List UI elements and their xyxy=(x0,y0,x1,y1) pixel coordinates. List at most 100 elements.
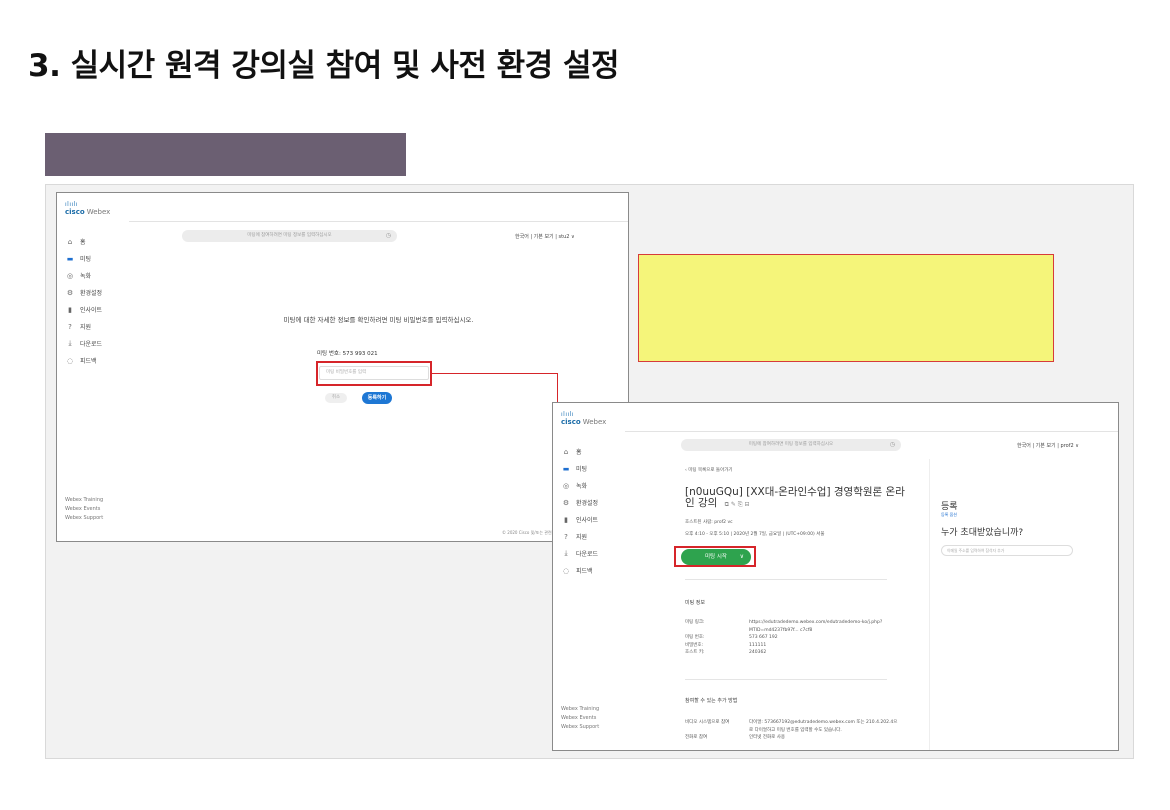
sidebar-item-label: 지원 xyxy=(576,534,588,541)
sidebar-item-meeting[interactable]: ▬ 미팅 xyxy=(65,250,129,267)
sidebar: ⌂ 홈 ▬ 미팅 ◎ 녹화 ⚙ 환경설정 ▮ 인사이트 ? 지원 ⤓ 다운로드 ◌ 피드백 xyxy=(561,443,625,579)
sidebar-item-label: 환경설정 xyxy=(576,500,599,507)
search-input[interactable]: 미팅에 참여하려면 미팅 정보를 입력하십시오 ◷ xyxy=(681,439,901,451)
right-panel-divider xyxy=(929,459,930,750)
insight-icon: ▮ xyxy=(564,515,568,524)
host-text: 호스트된 사람: prof2 vc xyxy=(685,520,733,525)
sidebar-item-label: 미팅 xyxy=(576,466,588,473)
link-webex-support[interactable]: Webex Support xyxy=(561,723,599,732)
link-webex-events[interactable]: Webex Events xyxy=(65,505,103,514)
note-box xyxy=(638,254,1054,362)
sidebar-item-home[interactable]: ⌂ 홈 xyxy=(561,443,625,460)
sidebar-item-feedback[interactable]: ◌ 피드백 xyxy=(65,352,129,369)
support-icon: ? xyxy=(564,532,568,541)
sidebar-item-label: 환경설정 xyxy=(80,290,103,297)
sidebar: ⌂ 홈 ▬ 미팅 ◎ 녹화 ⚙ 환경설정 ▮ 인사이트 ? 지원 ⤓ 다운로드 ◌ 피드백 xyxy=(65,233,129,369)
info-value: 240362 xyxy=(749,650,767,655)
side-links: Webex Training Webex Events Webex Suppor… xyxy=(65,496,103,523)
sidebar-item-label: 미팅 xyxy=(80,256,92,263)
password-highlight-box xyxy=(316,361,432,386)
sidebar-item-support[interactable]: ? 지원 xyxy=(561,528,625,545)
divider xyxy=(685,579,887,580)
sidebar-item-feedback[interactable]: ◌ 피드백 xyxy=(561,562,625,579)
join-key: 비디오 시스템으로 참여 xyxy=(685,720,730,725)
join-methods-heading: 참여할 수 있는 추가 방법 xyxy=(685,698,738,704)
meeting-icon: ▬ xyxy=(562,464,570,473)
meeting-action-icons[interactable]: ⧉ ✎ ⎘ ⊟ xyxy=(725,501,750,508)
link-webex-training[interactable]: Webex Training xyxy=(65,496,103,505)
sidebar-item-meeting[interactable]: ▬ 미팅 xyxy=(561,460,625,477)
register-options-link[interactable]: 등록 옵션 xyxy=(941,512,957,518)
sidebar-item-label: 다운로드 xyxy=(576,551,599,558)
header-divider xyxy=(129,221,628,222)
language-user-bar[interactable]: 한국어 | 기본 보기 | prof2 ∨ xyxy=(1017,442,1079,449)
insight-icon: ▮ xyxy=(68,305,72,314)
language-user-bar[interactable]: 한국어 | 기본 보기 | stu2 ∨ xyxy=(515,233,575,240)
back-to-list-link[interactable]: ‹ 미팅 목록으로 돌아가기 xyxy=(685,467,733,473)
register-heading: 등록 xyxy=(941,502,958,512)
invitees-heading: 누가 초대받았습니까? xyxy=(941,528,1024,538)
sidebar-item-settings[interactable]: ⚙ 환경설정 xyxy=(561,494,625,511)
join-methods-list: 비디오 시스템으로 참여 다이얼: 573667192@edutradedemo.… xyxy=(685,719,899,742)
cisco-webex-logo[interactable]: ılıılı cisco Webex xyxy=(561,411,607,426)
sidebar-item-label: 인사이트 xyxy=(80,307,103,314)
cisco-webex-logo[interactable]: ılıılı cisco Webex xyxy=(65,201,111,216)
settings-icon: ⚙ xyxy=(66,288,74,297)
sidebar-item-download[interactable]: ⤓ 다운로드 xyxy=(65,335,129,352)
meeting-title-text: [n0uuGQu] [XX대-온라인수업] 경영학원론 온라인 강의 xyxy=(685,486,905,509)
meeting-info-list: 미팅 링크: https://edutradedemo.webex.com/edu… xyxy=(685,619,889,657)
sidebar-item-home[interactable]: ⌂ 홈 xyxy=(65,233,129,250)
register-button[interactable]: 등록하기 xyxy=(362,392,392,404)
caption-bar xyxy=(45,133,406,176)
info-row-number: 미팅 번호: 573 667 192 xyxy=(685,634,889,642)
side-links: Webex Training Webex Events Webex Suppor… xyxy=(561,705,599,732)
sidebar-item-label: 피드백 xyxy=(80,358,97,365)
invitee-email-input[interactable]: 이메일 주소를 입력하여 참석자 추가 xyxy=(941,545,1073,556)
password-prompt: 미팅에 대한 자세한 정보를 확인하려면 미팅 비밀번호를 입력하십시오. xyxy=(283,316,474,324)
feedback-icon: ◌ xyxy=(562,566,570,575)
info-key: 미팅 링크: xyxy=(685,620,705,625)
settings-icon: ⚙ xyxy=(562,498,570,507)
sidebar-item-label: 다운로드 xyxy=(80,341,103,348)
logo-product: Webex xyxy=(86,207,111,216)
meeting-icon: ▬ xyxy=(66,254,74,263)
info-row-password: 비밀번호: 111111 xyxy=(685,642,889,650)
sidebar-item-label: 피드백 xyxy=(576,568,593,575)
logo-brand: cisco xyxy=(561,417,581,426)
join-row-video: 비디오 시스템으로 참여 다이얼: 573667192@edutradedemo.… xyxy=(685,719,899,734)
link-webex-training[interactable]: Webex Training xyxy=(561,705,599,714)
clock-icon[interactable]: ◷ xyxy=(386,230,391,242)
feedback-icon: ◌ xyxy=(66,356,74,365)
clock-icon[interactable]: ◷ xyxy=(890,439,895,451)
sidebar-item-insight[interactable]: ▮ 인사이트 xyxy=(561,511,625,528)
logo-product: Webex xyxy=(582,417,607,426)
sidebar-item-settings[interactable]: ⚙ 환경설정 xyxy=(65,284,129,301)
sidebar-item-record[interactable]: ◎ 녹화 xyxy=(65,267,129,284)
record-icon: ◎ xyxy=(66,271,74,280)
sidebar-item-record[interactable]: ◎ 녹화 xyxy=(561,477,625,494)
sidebar-item-label: 녹화 xyxy=(576,483,588,490)
join-value: 다이얼: 573667192@edutradedemo.webex.com 또는… xyxy=(749,720,898,733)
home-icon: ⌂ xyxy=(67,237,73,246)
home-icon: ⌂ xyxy=(563,447,569,456)
info-row-host-key: 호스트 키: 240362 xyxy=(685,649,889,657)
sidebar-item-label: 인사이트 xyxy=(576,517,599,524)
cancel-button[interactable]: 취소 xyxy=(325,393,347,403)
join-row-phone: 전화로 참여 인터넷 전화로 사용 xyxy=(685,734,899,742)
search-input[interactable]: 미팅에 참여하려면 미팅 정보를 입력하십시오 ◷ xyxy=(182,230,397,242)
download-icon: ⤓ xyxy=(564,549,568,557)
record-icon: ◎ xyxy=(562,481,570,490)
info-key: 미팅 번호: xyxy=(685,635,705,640)
link-webex-events[interactable]: Webex Events xyxy=(561,714,599,723)
sidebar-item-label: 녹화 xyxy=(80,273,92,280)
info-key: 비밀번호: xyxy=(685,642,704,648)
link-webex-support[interactable]: Webex Support xyxy=(65,514,103,523)
meeting-info-heading: 미팅 정보 xyxy=(685,600,705,606)
info-value: 573 667 192 xyxy=(749,635,778,640)
info-value: 111111 xyxy=(749,642,767,648)
info-value[interactable]: https://edutradedemo.webex.com/edutraded… xyxy=(749,619,889,634)
logo-brand: cisco xyxy=(65,207,85,216)
slide-title: 3. 실시간 원격 강의실 참여 및 사전 환경 설정 xyxy=(28,48,620,84)
sidebar-item-download[interactable]: ⤓ 다운로드 xyxy=(561,545,625,562)
sidebar-item-label: 홈 xyxy=(80,239,86,246)
